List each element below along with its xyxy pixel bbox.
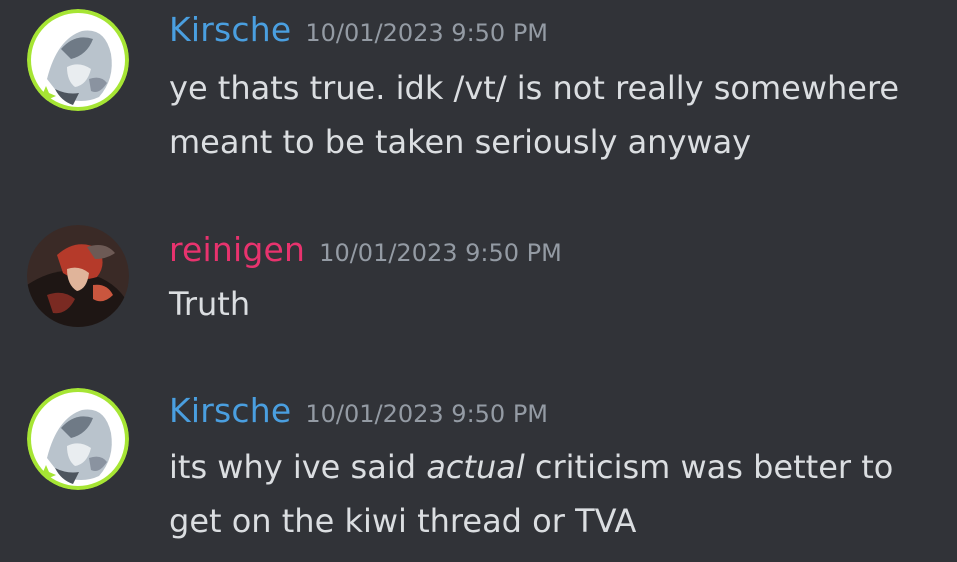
- message-text: its why ive said: [169, 448, 427, 486]
- message-item: reinigen 10/01/2023 9:50 PM Truth: [0, 200, 957, 370]
- timestamp: 10/01/2023 9:50 PM: [305, 400, 549, 428]
- username[interactable]: Kirsche: [169, 10, 291, 49]
- message-emphasis: actual: [426, 448, 525, 486]
- message-header: Kirsche 10/01/2023 9:50 PM: [169, 391, 548, 430]
- timestamp: 10/01/2023 9:50 PM: [305, 19, 549, 47]
- message-content: its why ive said actual criticism was be…: [169, 440, 949, 548]
- kirsche-avatar-image: [27, 388, 129, 490]
- username[interactable]: Kirsche: [169, 391, 291, 430]
- timestamp: 10/01/2023 9:50 PM: [319, 239, 562, 267]
- message-header: reinigen 10/01/2023 9:50 PM: [169, 230, 562, 269]
- message-content: Truth: [169, 285, 251, 323]
- reinigen-avatar-image: [27, 225, 129, 327]
- message-item: Kirsche 10/01/2023 9:50 PM its why ive sa…: [0, 370, 957, 562]
- message-header: Kirsche 10/01/2023 9:50 PM: [169, 10, 548, 49]
- avatar[interactable]: [27, 388, 129, 490]
- avatar[interactable]: [27, 225, 129, 327]
- username[interactable]: reinigen: [169, 230, 305, 269]
- avatar[interactable]: [27, 9, 129, 111]
- message-content: ye thats true. idk /vt/ is not really so…: [169, 69, 900, 161]
- kirsche-avatar-image: [27, 9, 129, 111]
- message-item: Kirsche 10/01/2023 9:50 PM ye thats true.…: [0, 0, 957, 200]
